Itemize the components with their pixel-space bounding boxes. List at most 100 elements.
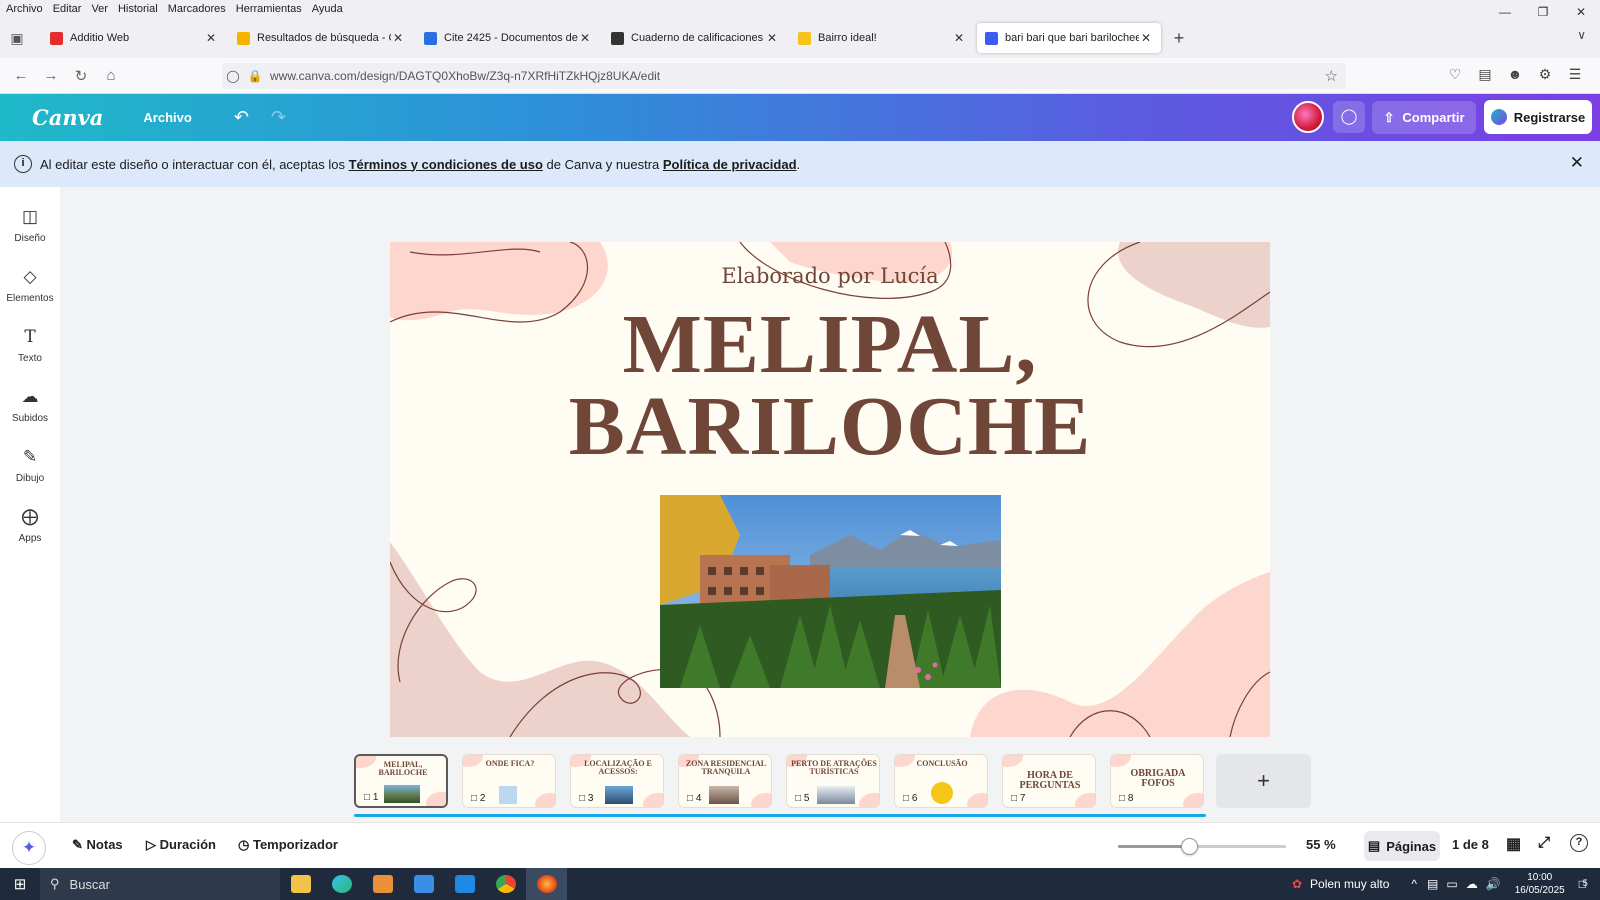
close-notice-icon[interactable]: ✕ (1570, 153, 1584, 173)
close-tab-icon[interactable]: ✕ (391, 31, 405, 45)
page-thumbnail-2[interactable]: ONDE FICA? □ 2 (462, 754, 556, 808)
sidebar-item-elementos[interactable]: ◇ Elementos (0, 265, 60, 304)
slide-subtitle[interactable]: Elaborado por Lucía (390, 264, 1270, 288)
taskbar-chrome[interactable] (485, 868, 526, 900)
page-num: 8 (1127, 793, 1134, 804)
close-tab-icon[interactable]: ✕ (578, 31, 592, 45)
duration-button[interactable]: ▷ Duración (146, 837, 216, 853)
onedrive-cloud-icon[interactable]: ☁ (1466, 877, 1478, 891)
menu-herramientas[interactable]: Herramientas (236, 3, 302, 15)
taskbar-store[interactable] (403, 868, 444, 900)
tab-overview-icon[interactable]: ▣ (0, 30, 34, 47)
taskbar-mail[interactable] (444, 868, 485, 900)
tab-canva-active[interactable]: bari bari que bari barilochee - P ✕ (977, 23, 1161, 53)
privacy-link[interactable]: Política de privacidad (663, 157, 797, 172)
taskbar-media[interactable] (362, 868, 403, 900)
archivo-menu-button[interactable]: Archivo (143, 110, 191, 125)
page-thumbnail-1[interactable]: MELIPAL, BARILOCHE □ 1 (354, 754, 448, 808)
lock-icon[interactable]: 🔒 (244, 69, 266, 83)
register-button[interactable]: Registrarse (1484, 100, 1592, 134)
thumb-blob (426, 792, 446, 806)
comment-icon[interactable]: ◯ (1333, 101, 1365, 133)
sidebar-item-texto[interactable]: T Texto (0, 325, 60, 364)
account-icon[interactable]: ☻ (1500, 66, 1530, 83)
sidebar-item-diseno[interactable]: ◫ Diseño (0, 205, 60, 244)
tab-google-search[interactable]: Resultados de búsqueda - Goog ✕ (229, 23, 413, 53)
tab-additio[interactable]: Additio Web ✕ (42, 23, 226, 53)
notes-button[interactable]: ✎ Notas (72, 837, 123, 853)
share-button[interactable]: ⇧ Compartir (1372, 101, 1476, 134)
page-thumbnail-6[interactable]: CONCLUSÃO □ 6 (894, 754, 988, 808)
pages-view-button[interactable]: ▤ Páginas (1364, 831, 1440, 861)
thumb-blob (1183, 793, 1203, 807)
new-tab-icon[interactable]: + (1164, 28, 1194, 49)
taskbar-file-explorer[interactable] (280, 868, 321, 900)
menu-ayuda[interactable]: Ayuda (312, 3, 343, 15)
windows-start-icon[interactable]: ⊞ (0, 875, 40, 893)
sidebar-label: Subidos (11, 413, 49, 424)
clock-time: 10:00 (1527, 872, 1553, 883)
grid-view-icon[interactable]: ▦ (1506, 834, 1521, 854)
notes-label: Notas (86, 837, 123, 852)
redo-icon[interactable]: ↷ (271, 107, 286, 128)
page-thumbnail-4[interactable]: ZONA RESIDENCIAL TRANQUILA □ 4 (678, 754, 772, 808)
reader-view-icon[interactable]: ▤ (1470, 66, 1500, 83)
taskbar-edge[interactable] (321, 868, 362, 900)
avatar[interactable] (1292, 101, 1324, 133)
volume-icon[interactable]: 🔊 (1486, 877, 1501, 891)
tray-chevron-icon[interactable]: ^ (1411, 877, 1417, 891)
forward-icon[interactable]: → (36, 67, 66, 84)
close-tab-icon[interactable]: ✕ (204, 31, 218, 45)
close-tab-icon[interactable]: ✕ (765, 31, 779, 45)
zoom-slider-knob[interactable] (1180, 838, 1198, 855)
add-page-button[interactable]: + (1216, 754, 1311, 808)
sidebar-item-dibujo[interactable]: ✎ Dibujo (0, 445, 60, 484)
slide-canvas[interactable]: Elaborado por Lucía MELIPAL, BARILOCHE (390, 242, 1270, 737)
magic-sparkle-icon[interactable]: ✦ (12, 831, 46, 865)
menu-historial[interactable]: Historial (118, 3, 158, 15)
sidebar-item-apps[interactable]: ⨁ Apps (0, 505, 60, 544)
menu-archivo[interactable]: Archivo (6, 3, 43, 15)
back-icon[interactable]: ← (6, 67, 36, 84)
page-thumbnail-8[interactable]: OBRIGADA FOFOS □ 8 (1110, 754, 1204, 808)
page-thumbnail-5[interactable]: PERTO DE ATRAÇÕES TURÍSTICAS □ 5 (786, 754, 880, 808)
fullscreen-icon[interactable]: ⤢ (1538, 834, 1550, 851)
reload-icon[interactable]: ↻ (66, 67, 96, 85)
terms-link[interactable]: Términos y condiciones de uso (349, 157, 543, 172)
pocket-icon[interactable]: ♡ (1440, 66, 1470, 83)
close-tab-icon[interactable]: ✕ (952, 31, 966, 45)
tab-gradebook[interactable]: Cuaderno de calificaciones de 2 ✕ (603, 23, 787, 53)
hamburger-menu-icon[interactable]: ☰ (1560, 66, 1590, 83)
url-text[interactable]: www.canva.com/design/DAGTQ0XhoBw/Z3q-n7X… (270, 69, 660, 83)
menu-editar[interactable]: Editar (53, 3, 82, 15)
zoom-value[interactable]: 55 % (1306, 837, 1336, 852)
shield-icon[interactable]: ◯ (222, 69, 244, 83)
slide-photo[interactable] (660, 495, 1001, 688)
timer-button[interactable]: ◷ Temporizador (238, 837, 338, 853)
bookmark-star-icon[interactable]: ☆ (1325, 67, 1338, 85)
close-tab-icon[interactable]: ✕ (1139, 31, 1153, 45)
zoom-slider[interactable] (1118, 838, 1286, 855)
address-bar[interactable]: ◯ 🔒 www.canva.com/design/DAGTQ0XhoBw/Z3q… (222, 63, 1346, 89)
page-thumbnail-7[interactable]: HORA DE PERGUNTAS □ 7 (1002, 754, 1096, 808)
home-icon[interactable]: ⌂ (96, 67, 126, 84)
taskbar-search[interactable]: ⚲ Buscar (40, 868, 280, 900)
list-tabs-chevron-icon[interactable]: ∨ (1577, 28, 1586, 42)
taskbar-clock[interactable]: 10:00 16/05/2025 (1515, 871, 1565, 897)
tab-google-docs[interactable]: Cite 2425 - Documentos de Goo ✕ (416, 23, 600, 53)
sidebar-item-subidos[interactable]: ☁ Subidos (0, 385, 60, 424)
network-icon[interactable]: ▤ (1427, 877, 1438, 891)
menu-ver[interactable]: Ver (91, 3, 108, 15)
canva-logo[interactable]: Canva (32, 105, 103, 130)
slide-title[interactable]: MELIPAL, BARILOCHE (390, 303, 1270, 469)
weather-text[interactable]: Polen muy alto (1310, 877, 1389, 891)
page-thumbnail-3[interactable]: LOCALIZAÇÃO E ACESSOS: □ 3 (570, 754, 664, 808)
menu-marcadores[interactable]: Marcadores (168, 3, 226, 15)
undo-icon[interactable]: ↶ (234, 107, 249, 128)
help-icon[interactable]: ? (1570, 834, 1588, 852)
extensions-icon[interactable]: ⚙ (1530, 66, 1560, 83)
notifications-icon[interactable]: □ 5 (1579, 877, 1588, 891)
taskbar-firefox[interactable] (526, 868, 567, 900)
display-icon[interactable]: ▭ (1446, 877, 1457, 891)
tab-bairro-ideal[interactable]: Bairro ideal! ✕ (790, 23, 974, 53)
